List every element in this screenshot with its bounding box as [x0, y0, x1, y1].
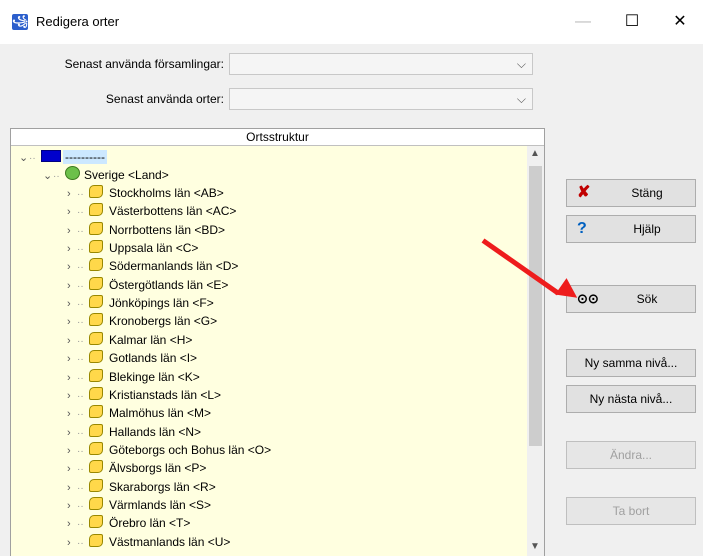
collapse-icon[interactable]: ⌄ — [19, 149, 29, 167]
expand-icon[interactable]: › — [67, 442, 77, 460]
help-button[interactable]: ? Hjälp — [566, 215, 696, 243]
county-icon — [89, 441, 103, 455]
tree-node-county[interactable]: › ·· Stockholms län <AB> — [67, 184, 224, 202]
county-icon — [89, 496, 103, 510]
window-title: Redigera orter — [36, 14, 120, 29]
delete-button[interactable]: Ta bort — [566, 497, 696, 525]
expand-icon[interactable]: › — [67, 240, 77, 258]
county-icon — [89, 478, 103, 492]
place-tree-panel: Ortsstruktur ⌄·· ---------- ⌄·· Sverige <L… — [10, 128, 545, 556]
scroll-down-icon[interactable]: ▼ — [530, 541, 540, 552]
close-button[interactable]: ✘ Stäng — [566, 179, 696, 207]
county-icon — [89, 295, 103, 309]
tree-header: Ortsstruktur — [11, 129, 544, 146]
county-icon — [89, 185, 103, 198]
tree-scrollbar[interactable]: ▲ ▼ — [527, 146, 544, 556]
expand-icon[interactable]: › — [67, 185, 77, 203]
expand-icon[interactable]: › — [67, 295, 77, 313]
county-icon — [89, 258, 103, 272]
county-icon — [89, 405, 103, 419]
close-window-button[interactable]: ✕ — [660, 8, 700, 36]
x-icon: ✘ — [577, 184, 591, 201]
minimize-button[interactable]: — — [563, 8, 603, 36]
county-icon — [89, 276, 103, 290]
county-icon — [89, 221, 103, 235]
expand-icon[interactable]: › — [67, 479, 77, 497]
county-icon — [89, 386, 103, 400]
county-icon — [89, 350, 103, 364]
tree-node-county[interactable]: › ·· Kalmar län <H> — [67, 331, 192, 349]
chevron-down-icon: ⌵ — [516, 92, 526, 106]
tree-node-county[interactable]: › ·· Malmöhus län <M> — [67, 404, 211, 422]
flag-icon — [41, 150, 61, 162]
tree-node-county[interactable]: › ·· Östergötlands län <E> — [67, 276, 228, 294]
expand-icon[interactable]: › — [67, 313, 77, 331]
expand-icon[interactable]: › — [67, 350, 77, 368]
county-icon — [89, 331, 103, 345]
county-icon — [89, 368, 103, 382]
tree-node-county[interactable]: › ·· Kristianstads län <L> — [67, 386, 221, 404]
tree-node-county[interactable]: › ·· Uppsala län <C> — [67, 239, 198, 257]
county-icon — [89, 240, 103, 254]
tree-node-county[interactable]: › ·· Hallands län <N> — [67, 423, 201, 441]
new-same-level-button[interactable]: Ny samma nivå... — [566, 349, 696, 377]
new-next-level-button[interactable]: Ny nästa nivå... — [566, 385, 696, 413]
expand-icon[interactable]: › — [67, 405, 77, 423]
collapse-icon[interactable]: ⌄ — [43, 167, 53, 185]
tree-node-county[interactable]: › ·· Västerbottens län <AC> — [67, 202, 236, 220]
tree-node-county[interactable]: › ·· Blekinge län <K> — [67, 368, 200, 386]
expand-icon[interactable]: › — [67, 277, 77, 295]
question-icon: ? — [577, 220, 587, 237]
tree-node-county[interactable]: › ·· Jönköpings län <F> — [67, 294, 214, 312]
search-button[interactable]: ⊙⊙ Sök — [566, 285, 696, 313]
county-icon — [89, 313, 103, 327]
tree-node-county[interactable]: › ·· Västmanlands län <U> — [67, 533, 230, 551]
expand-icon[interactable]: › — [67, 332, 77, 350]
recent-places-select[interactable]: ⌵ — [229, 88, 533, 110]
county-icon — [89, 423, 103, 437]
expand-icon[interactable]: › — [67, 534, 77, 552]
expand-icon[interactable]: › — [67, 497, 77, 515]
globe-icon — [65, 166, 80, 180]
chevron-down-icon: ⌵ — [516, 57, 526, 71]
county-icon — [89, 515, 103, 529]
tree-node-county[interactable]: › ·· Skaraborgs län <R> — [67, 478, 216, 496]
expand-icon[interactable]: › — [67, 203, 77, 221]
scroll-up-icon[interactable]: ▲ — [530, 148, 540, 159]
county-icon — [89, 533, 103, 547]
expand-icon[interactable]: › — [67, 258, 77, 276]
expand-icon[interactable]: › — [67, 424, 77, 442]
recent-parishes-select[interactable]: ⌵ — [229, 53, 533, 75]
maximize-button[interactable]: ☐ — [612, 8, 652, 36]
title-bar: ꧁ Redigera orter — ☐ ✕ — [0, 0, 703, 44]
expand-icon[interactable]: › — [67, 387, 77, 405]
tree-node-county[interactable]: › ·· Göteborgs och Bohus län <O> — [67, 441, 271, 459]
tree-node-county[interactable]: › ·· Örebro län <T> — [67, 514, 190, 532]
place-tree[interactable]: ⌄·· ---------- ⌄·· Sverige <Land> › ·· Stock… — [11, 146, 528, 556]
county-icon — [89, 460, 103, 474]
expand-icon[interactable]: › — [67, 369, 77, 387]
scroll-thumb[interactable] — [529, 166, 542, 446]
app-icon: ꧁ — [12, 14, 28, 30]
tree-node-county[interactable]: › ·· Södermanlands län <D> — [67, 257, 238, 275]
tree-node-county[interactable]: › ·· Älvsborgs län <P> — [67, 459, 206, 477]
tree-node-county[interactable]: › ·· Norrbottens län <BD> — [67, 221, 225, 239]
expand-icon[interactable]: › — [67, 222, 77, 240]
recent-parishes-label: Senast använda församlingar: — [64, 57, 224, 71]
tree-node-county[interactable]: › ·· Kronobergs län <G> — [67, 312, 217, 330]
tree-node-county[interactable]: › ·· Värmlands län <S> — [67, 496, 211, 514]
tree-node-country[interactable]: ⌄·· Sverige <Land> — [43, 166, 169, 184]
county-icon — [89, 203, 103, 217]
tree-node-county[interactable]: › ·· Gotlands län <I> — [67, 349, 197, 367]
tree-node-root[interactable]: ⌄·· ---------- — [19, 148, 107, 166]
recent-places-label: Senast använda orter: — [105, 92, 224, 106]
expand-icon[interactable]: › — [67, 460, 77, 478]
edit-button[interactable]: Ändra... — [566, 441, 696, 469]
expand-icon[interactable]: › — [67, 515, 77, 533]
